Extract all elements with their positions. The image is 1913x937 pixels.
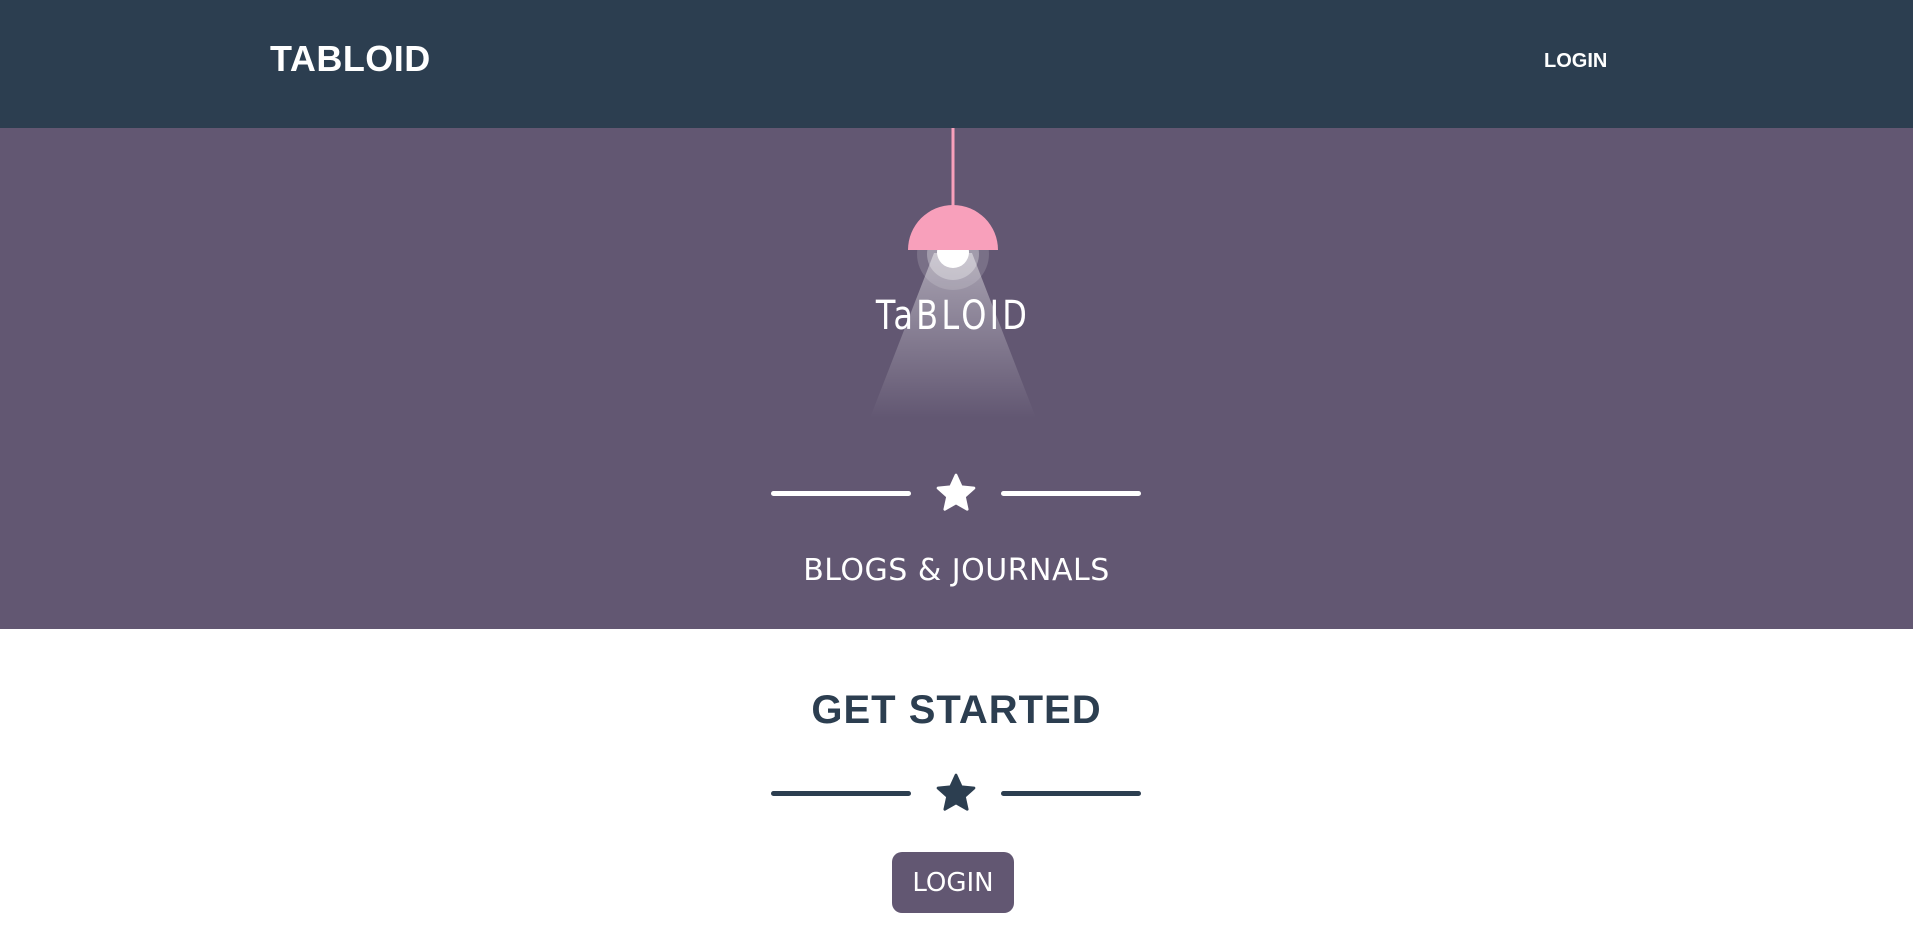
- divider-line-right: [1001, 491, 1141, 496]
- star-icon: [936, 473, 976, 511]
- masthead-subheading: BLOGS & JOURNALS: [803, 553, 1110, 588]
- divider-line-left: [771, 491, 911, 496]
- divider-line-right: [1001, 791, 1141, 796]
- section-title: GET STARTED: [811, 688, 1102, 732]
- masthead-logo-text: TaBLOID: [875, 293, 1031, 339]
- hanging-lamp-icon: [870, 128, 1036, 418]
- divider-line-left: [771, 791, 911, 796]
- masthead: TaBLOID BLOGS & JOURNALS: [0, 128, 1913, 629]
- navbar: TABLOID LOGIN: [0, 0, 1913, 128]
- star-icon: [936, 773, 976, 811]
- nav-login-link[interactable]: LOGIN: [1544, 50, 1607, 73]
- login-button[interactable]: LOGIN: [892, 852, 1014, 913]
- section-divider: [771, 771, 1141, 815]
- masthead-divider: [771, 471, 1141, 515]
- brand-link[interactable]: TABLOID: [270, 38, 431, 80]
